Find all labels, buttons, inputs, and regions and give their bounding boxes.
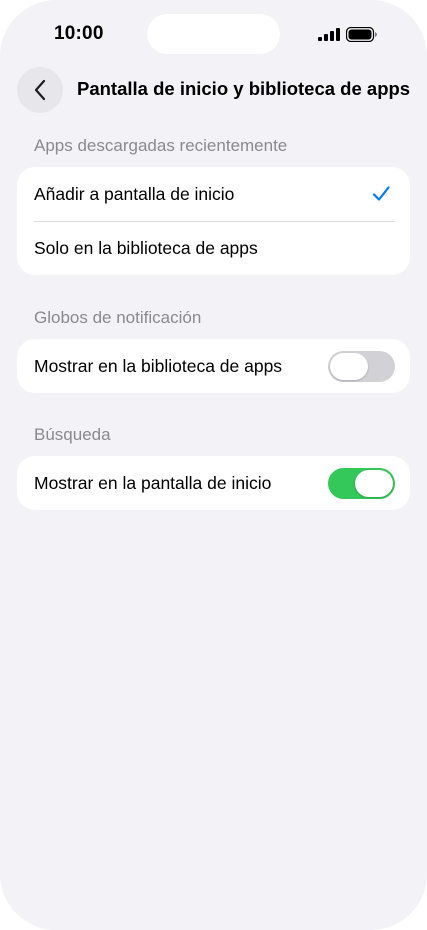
checkmark-icon — [372, 186, 390, 201]
cellular-signal-icon — [318, 28, 340, 41]
toggle-knob — [355, 469, 393, 497]
battery-icon — [346, 27, 377, 42]
chevron-left-icon — [34, 79, 46, 101]
row-label: Mostrar en la pantalla de inicio — [34, 472, 272, 493]
back-button[interactable] — [17, 67, 63, 113]
option-label: Solo en la biblioteca de apps — [34, 237, 258, 258]
page-title: Pantalla de inicio y biblioteca de apps — [77, 78, 411, 99]
show-in-app-library-toggle[interactable] — [328, 350, 395, 382]
toggle-knob — [330, 352, 368, 380]
notification-badges-card: Mostrar en la biblioteca de apps — [17, 339, 410, 393]
section-header-recent-apps: Apps descargadas recientemente — [34, 136, 288, 155]
status-time: 10:00 — [54, 23, 104, 44]
section-header-search: Búsqueda — [34, 425, 111, 444]
status-bar: 10:00 — [0, 0, 427, 70]
option-add-to-home-screen[interactable]: Añadir a pantalla de inicio — [17, 167, 410, 221]
section-header-notification-badges: Globos de notificación — [34, 308, 202, 327]
row-divider — [34, 221, 395, 222]
dynamic-island — [147, 14, 280, 54]
phone-screen: 10:00 Pantalla de inicio y biblioteca de… — [0, 0, 427, 930]
show-on-home-screen-toggle[interactable] — [328, 467, 395, 499]
row-label: Mostrar en la biblioteca de apps — [34, 355, 283, 376]
recent-apps-card: Añadir a pantalla de inicio Solo en la b… — [17, 167, 410, 275]
option-label: Añadir a pantalla de inicio — [34, 183, 235, 204]
row-show-in-app-library: Mostrar en la biblioteca de apps — [17, 339, 410, 393]
option-app-library-only[interactable]: Solo en la biblioteca de apps — [17, 221, 410, 275]
search-card: Mostrar en la pantalla de inicio — [17, 456, 410, 510]
row-show-on-home-screen: Mostrar en la pantalla de inicio — [17, 456, 410, 510]
